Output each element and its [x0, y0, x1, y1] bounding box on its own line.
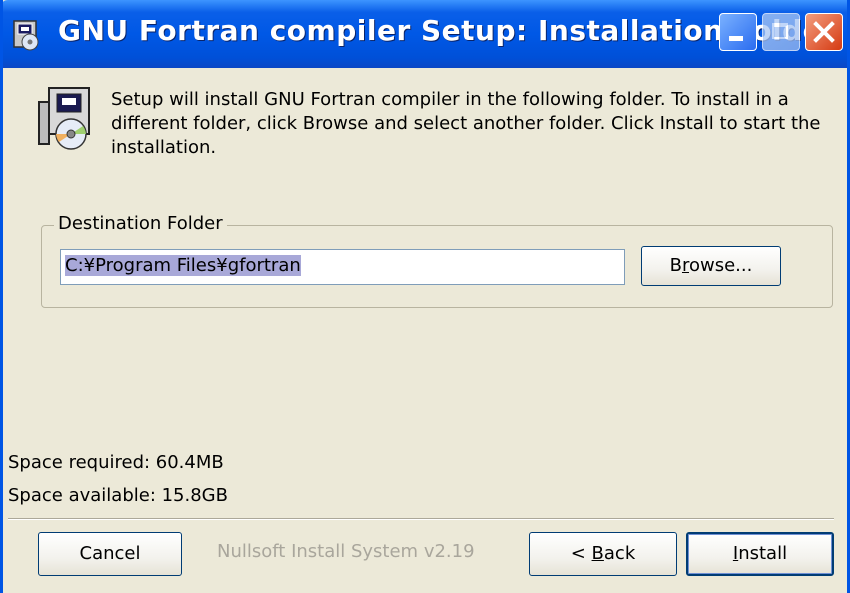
browse-button[interactable]: Browse... — [641, 246, 781, 286]
space-required: Space required: 60.4MB — [8, 452, 224, 473]
destination-path-input[interactable]: C:¥Program Files¥gfortran — [60, 249, 625, 285]
install-label-post: nstall — [738, 543, 788, 564]
space-available: Space available: 15.8GB — [8, 485, 228, 506]
minimize-icon[interactable] — [719, 13, 757, 51]
browse-label-pre: B — [669, 255, 682, 276]
close-icon[interactable] — [805, 13, 843, 51]
browse-label-accel: r — [681, 255, 689, 276]
maximize-icon[interactable] — [762, 13, 800, 51]
destination-folder-group: Destination Folder C:¥Program Files¥gfor… — [41, 213, 833, 308]
header-panel: Setup will install GNU Fortran compiler … — [3, 68, 847, 178]
destination-path-value: C:¥Program Files¥gfortran — [65, 255, 301, 276]
setup-description: Setup will install GNU Fortran compiler … — [111, 89, 821, 158]
install-button[interactable]: Install — [686, 532, 834, 576]
nsis-branding: Nullsoft Install System v2.19 — [217, 541, 475, 562]
title-bar[interactable]: GNU Fortran compiler Setup: Installation… — [3, 0, 847, 68]
back-label-post: ack — [603, 543, 636, 564]
browse-label-post: owse... — [689, 255, 753, 276]
footer-separator — [8, 518, 834, 520]
setup-cd-icon — [38, 87, 90, 150]
setup-window: GNU Fortran compiler Setup: Installation… — [0, 0, 850, 593]
back-label-accel: B — [591, 543, 604, 564]
back-label-pre: < — [570, 543, 592, 564]
cancel-button[interactable]: Cancel — [38, 532, 182, 576]
setup-installer-icon — [13, 20, 39, 51]
destination-folder-label: Destination Folder — [54, 213, 227, 234]
back-button[interactable]: < Back — [529, 532, 677, 576]
